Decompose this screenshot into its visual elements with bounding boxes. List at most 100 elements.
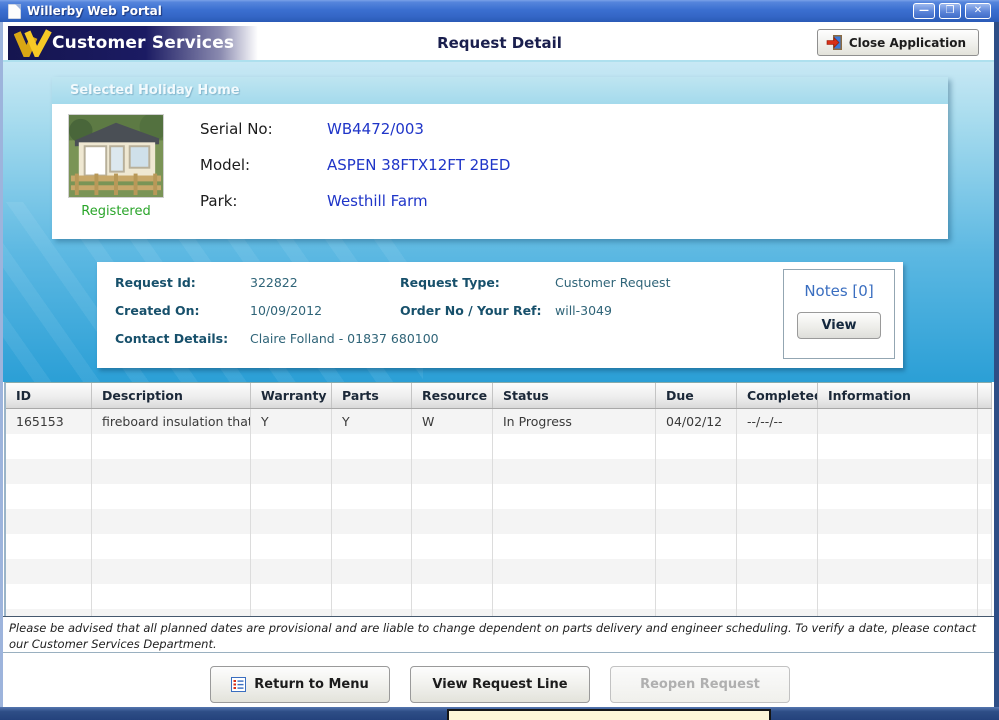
order-no-label: Order No / Your Ref: [400,303,542,318]
cell-empty [332,534,412,559]
col-header-status: Status [493,383,656,408]
cell-empty [412,509,493,534]
cell-empty [656,584,737,609]
close-application-button[interactable]: Close Application [817,29,979,56]
table-row[interactable]: 165153 fireboard insulation that Y Y W I… [6,409,992,434]
cell-empty [493,459,656,484]
minimize-button[interactable]: — [913,3,935,19]
cell-empty [656,434,737,459]
request-info-panel: Request Id: 322822 Created On: 10/09/201… [97,262,903,368]
view-request-line-label: View Request Line [432,677,567,692]
cell-empty [6,484,92,509]
cell-empty [6,434,92,459]
col-header-information: Information [818,383,978,408]
cell-empty [332,459,412,484]
close-application-label: Close Application [849,36,966,50]
cell-empty [656,559,737,584]
cell-warranty: Y [251,409,332,434]
reopen-request-label: Reopen Request [640,677,760,692]
cell-empty [332,609,412,616]
cell-empty [332,434,412,459]
table-row-empty [6,509,992,534]
brand-banner: Customer Services [8,26,258,60]
cell-empty [737,559,818,584]
cell-filler [978,409,992,434]
request-id-value: 322822 [250,275,298,290]
cell-empty [493,584,656,609]
section-title: Selected Holiday Home [52,77,948,104]
cell-resource: W [412,409,493,434]
cell-id: 165153 [6,409,92,434]
cell-empty [818,534,978,559]
request-lines-table: ID Description Warranty Parts Resource S… [4,382,992,616]
cell-empty [92,434,251,459]
table-row-empty [6,609,992,616]
cell-empty [251,434,332,459]
reopen-request-button[interactable]: Reopen Request [610,666,790,703]
cell-empty [978,434,992,459]
cell-empty [251,584,332,609]
close-button[interactable]: ✕ [965,3,991,19]
cell-empty [251,559,332,584]
cell-empty [412,584,493,609]
view-request-line-button[interactable]: View Request Line [410,666,590,703]
willerby-w-logo-icon [14,29,52,57]
cell-empty [818,609,978,616]
cell-empty [656,484,737,509]
created-on-label: Created On: [115,303,200,318]
col-header-warranty: Warranty [251,383,332,408]
window-titlebar: Willerby Web Portal — ❒ ✕ [0,0,999,22]
return-to-menu-label: Return to Menu [254,677,368,692]
cell-empty [6,534,92,559]
holiday-home-photo [68,114,164,198]
cell-empty [978,534,992,559]
order-no-value: will-3049 [555,303,612,318]
cell-empty [251,484,332,509]
window-bottom-border [0,707,999,720]
cell-empty [92,534,251,559]
brand-title: Customer Services [52,33,234,53]
view-notes-button[interactable]: View [797,312,881,339]
cell-empty [818,584,978,609]
cell-empty [92,559,251,584]
cell-empty [493,609,656,616]
cell-status: In Progress [493,409,656,434]
exit-door-icon [826,35,842,50]
cell-empty [978,459,992,484]
cell-empty [412,459,493,484]
cell-empty [737,609,818,616]
model-label: Model: [200,156,250,174]
maximize-button[interactable]: ❒ [939,3,961,19]
cell-empty [737,509,818,534]
contact-details-value: Claire Folland - 01837 680100 [250,331,439,346]
table-body: 165153 fireboard insulation that Y Y W I… [6,409,992,616]
cell-empty [978,609,992,616]
col-header-id: ID [6,383,92,408]
cell-empty [818,434,978,459]
cell-empty [493,434,656,459]
cell-empty [412,484,493,509]
cell-empty [493,559,656,584]
notes-count-label: Notes [0] [784,282,894,300]
cell-empty [251,609,332,616]
cell-empty [6,509,92,534]
cell-description: fireboard insulation that [92,409,251,434]
cell-empty [493,509,656,534]
cell-empty [332,584,412,609]
table-row-empty [6,559,992,584]
disclaimer-text: Please be advised that all planned dates… [3,616,994,653]
table-row-empty [6,534,992,559]
background-window-fragment [447,709,771,720]
cell-completed: --/--/-- [737,409,818,434]
registered-status: Registered [52,204,180,219]
notes-box: Notes [0] View [783,269,895,359]
cell-empty [412,609,493,616]
menu-list-icon [231,677,246,692]
cell-empty [656,609,737,616]
park-value: Westhill Farm [327,192,428,210]
request-type-label: Request Type: [400,275,500,290]
cell-empty [332,509,412,534]
return-to-menu-button[interactable]: Return to Menu [210,666,390,703]
cell-empty [92,609,251,616]
cell-parts: Y [332,409,412,434]
